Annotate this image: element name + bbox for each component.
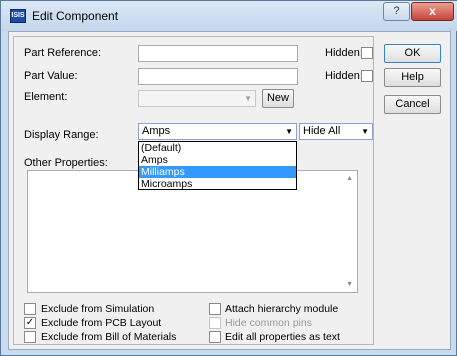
exclude-simulation-label: Exclude from Simulation [41,303,155,315]
properties-panel: Part Reference: Hidden: Part Value: Hidd… [13,36,374,345]
dropdown-arrow-icon: ▼ [285,127,293,136]
hide-common-pins-label: Hide common pins [225,317,312,329]
hide-all-select[interactable]: Hide All ▼ [299,123,373,140]
new-button[interactable]: New [262,89,294,108]
other-properties-label: Other Properties: [24,157,108,169]
hidden-label-value: Hidden: [325,70,363,82]
part-reference-input[interactable] [138,45,298,62]
exclude-bom-label: Exclude from Bill of Materials [41,331,177,343]
dialog-client: Part Reference: Hidden: Part Value: Hidd… [8,31,451,350]
dropdown-option-milliamps[interactable]: Milliamps [139,166,296,178]
ok-button[interactable]: OK [384,44,441,63]
part-reference-label: Part Reference: [24,47,102,59]
exclude-bom-checkbox[interactable] [24,331,36,343]
exclude-pcb-label: Exclude from PCB Layout [41,317,162,329]
dropdown-arrow-icon: ▼ [361,127,369,136]
scroll-down-icon[interactable]: ▼ [346,281,353,288]
close-button[interactable]: x [411,2,454,21]
title-bar: ISIS Edit Component ? x [1,1,457,31]
part-value-input[interactable] [138,68,298,85]
app-icon: ISIS [10,9,26,23]
exclude-simulation-checkbox[interactable] [24,303,36,315]
display-range-label: Display Range: [24,129,99,141]
checkmark-icon: ✓ [25,317,35,328]
attach-hierarchy-checkbox[interactable] [209,303,221,315]
dropdown-option-amps[interactable]: Amps [139,154,296,166]
help-title-button[interactable]: ? [383,2,410,21]
display-range-select[interactable]: Amps ▼ [138,123,297,140]
edit-all-properties-label: Edit all properties as text [225,331,340,343]
hidden-label-reference: Hidden: [325,47,363,59]
exclude-pcb-checkbox[interactable]: ✓ [24,317,36,329]
help-button[interactable]: Help [384,68,441,87]
edit-component-window: ISIS Edit Component ? x Part Reference: … [0,0,457,356]
attach-hierarchy-label: Attach hierarchy module [225,303,339,315]
dropdown-arrow-icon: ▼ [244,94,252,103]
display-range-dropdown-list: (Default) Amps Milliamps Microamps [138,141,297,190]
display-range-value: Amps [142,125,171,137]
element-select[interactable]: ▼ [138,90,256,107]
hide-common-pins-checkbox[interactable] [209,317,221,329]
hide-all-value: Hide All [303,125,341,137]
dropdown-option-default[interactable]: (Default) [139,142,296,154]
hidden-value-checkbox[interactable] [361,70,373,82]
element-label: Element: [24,91,68,103]
dropdown-option-microamps[interactable]: Microamps [139,178,296,190]
part-value-label: Part Value: [24,70,78,82]
cancel-button[interactable]: Cancel [384,95,441,114]
edit-all-properties-checkbox[interactable] [209,331,221,343]
window-title: Edit Component [32,9,119,23]
scroll-up-icon[interactable]: ▲ [346,175,353,182]
hidden-reference-checkbox[interactable] [361,47,373,59]
